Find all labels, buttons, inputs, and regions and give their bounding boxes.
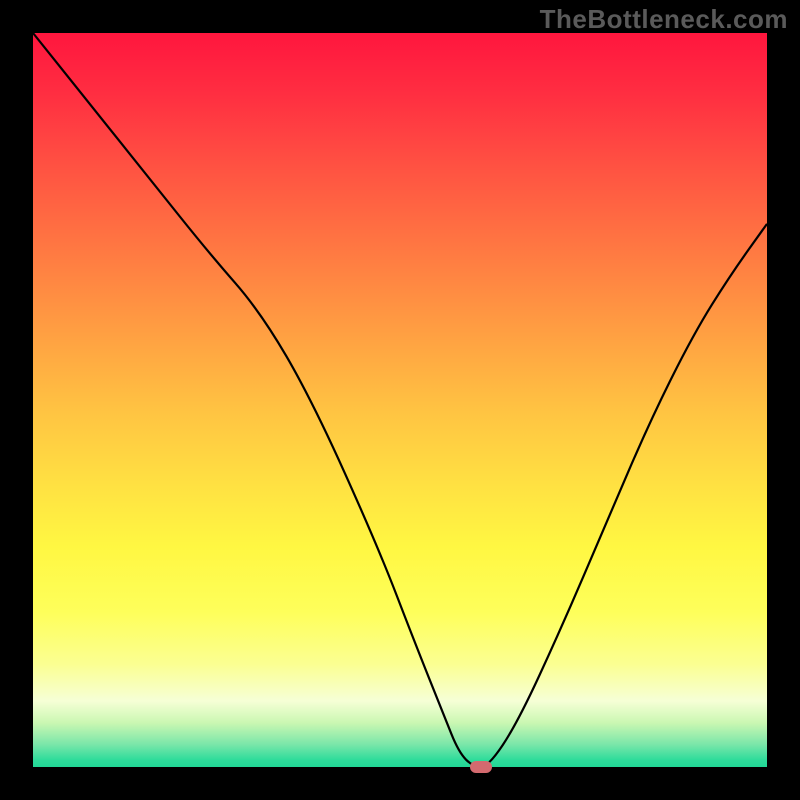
chart-container: TheBottleneck.com xyxy=(0,0,800,800)
bottleneck-curve xyxy=(33,33,767,767)
watermark-text: TheBottleneck.com xyxy=(540,4,788,35)
optimal-point-marker xyxy=(470,761,492,773)
